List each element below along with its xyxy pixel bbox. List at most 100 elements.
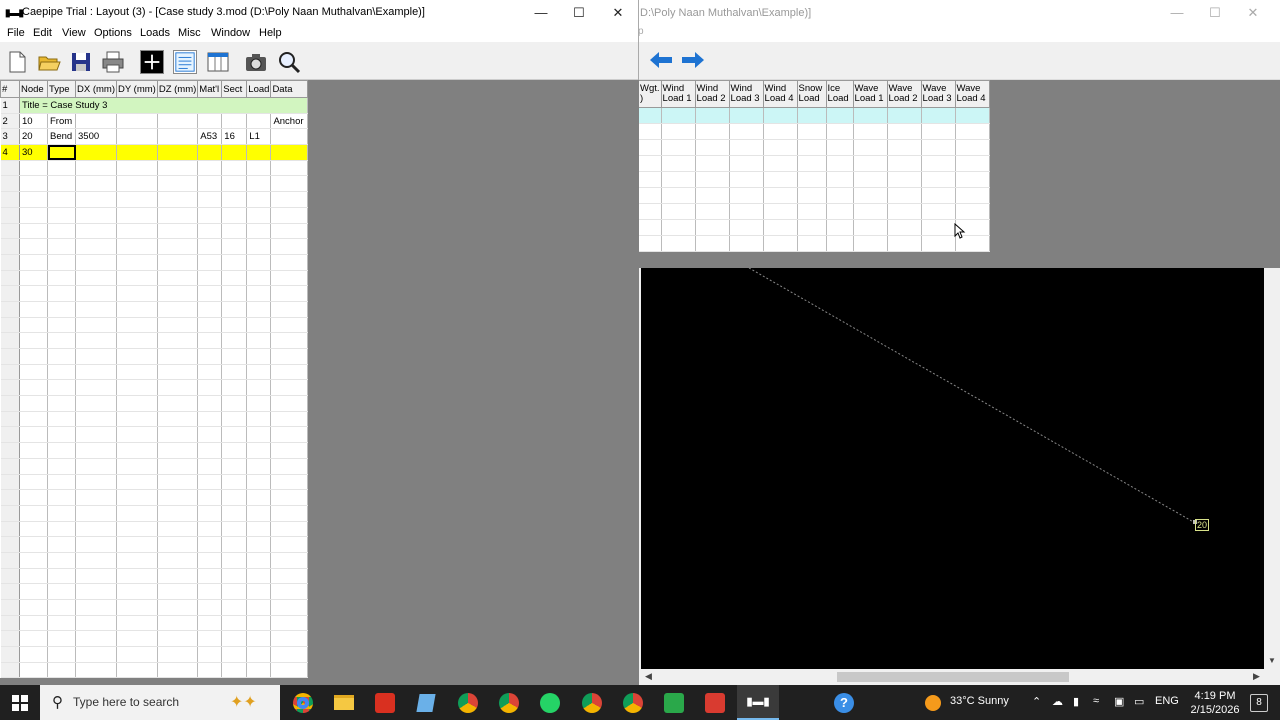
column-header[interactable]: Ice Load [825, 80, 854, 108]
grid-cell[interactable] [246, 223, 272, 240]
grid-cell[interactable] [246, 442, 272, 459]
grid-cell[interactable] [270, 662, 309, 679]
table-row[interactable] [638, 187, 990, 204]
row-number[interactable] [0, 332, 20, 349]
camtasia-icon[interactable] [661, 685, 687, 720]
grid-cell[interactable] [221, 191, 248, 208]
table-row[interactable] [0, 301, 309, 318]
grid-cell[interactable] [197, 474, 223, 491]
grid-cell[interactable] [797, 107, 827, 124]
table-row[interactable] [0, 254, 309, 271]
grid-cell[interactable] [116, 411, 158, 428]
grid-cell[interactable] [116, 207, 158, 224]
cell-matl[interactable]: A53 [197, 128, 223, 146]
grid-cell[interactable] [221, 395, 248, 412]
grid-cell[interactable] [116, 646, 158, 663]
grid-cell[interactable] [47, 223, 76, 240]
table-row[interactable] [0, 270, 309, 287]
grid-cell[interactable] [246, 285, 272, 302]
table-row[interactable] [0, 160, 309, 177]
grid-cell[interactable] [197, 332, 223, 349]
maximize-button[interactable]: ☐ [567, 4, 591, 22]
acrobat-icon[interactable] [372, 685, 398, 720]
grid-cell[interactable] [221, 521, 248, 538]
grid-cell[interactable] [270, 505, 309, 522]
grid-cell[interactable] [270, 332, 309, 349]
grid-cell[interactable] [853, 187, 888, 204]
grid-cell[interactable] [887, 155, 922, 172]
grid-cell[interactable] [197, 646, 223, 663]
table-row[interactable] [638, 123, 990, 140]
grid-cell[interactable] [116, 458, 158, 475]
grid-cell[interactable] [75, 379, 117, 397]
grid-cell[interactable] [75, 568, 117, 585]
grid-cell[interactable] [270, 348, 309, 365]
grid-cell[interactable] [729, 219, 764, 236]
grid-cell[interactable] [116, 630, 158, 648]
table-row[interactable] [638, 219, 990, 236]
grid-cell[interactable] [19, 285, 48, 302]
column-header[interactable]: DX (mm) [75, 80, 117, 98]
grid-cell[interactable] [75, 552, 117, 569]
grid-cell[interactable] [246, 411, 272, 428]
grid-cell[interactable] [75, 348, 117, 365]
grid-cell[interactable] [157, 458, 199, 475]
grid-cell[interactable] [661, 155, 696, 172]
row-number[interactable] [0, 568, 20, 585]
grid-cell[interactable] [221, 348, 248, 365]
menu-edit[interactable]: Edit [33, 27, 52, 39]
column-header[interactable]: Wave Load 1 [852, 80, 888, 108]
grid-cell[interactable] [270, 364, 309, 381]
chrome-taskbar-icon[interactable] [290, 685, 316, 720]
grid-cell[interactable] [221, 458, 248, 475]
grid-cell[interactable] [19, 646, 48, 663]
grid-cell[interactable] [270, 583, 309, 600]
grid-cell[interactable] [47, 552, 76, 569]
grid-cell[interactable] [221, 285, 248, 302]
grid-cell[interactable] [197, 317, 223, 334]
grid-cell[interactable] [826, 203, 854, 220]
grid-cell[interactable] [246, 662, 272, 679]
grid-cell[interactable] [763, 123, 798, 140]
grid-cell[interactable] [246, 630, 272, 648]
grid-cell[interactable] [763, 107, 798, 124]
cell-dx[interactable] [75, 113, 117, 130]
row-number[interactable] [0, 191, 20, 208]
cell-dy[interactable] [116, 128, 158, 146]
grid-cell[interactable] [197, 458, 223, 475]
grid-cell[interactable] [75, 489, 117, 506]
new-file-icon[interactable] [5, 50, 29, 74]
grid-cell[interactable] [826, 139, 854, 156]
grid-cell[interactable] [197, 536, 223, 553]
taskbar-search-box[interactable]: ⚲ Type here to search ✦✦ [40, 685, 280, 720]
help-icon[interactable]: ? [831, 685, 857, 720]
grid-cell[interactable] [19, 615, 48, 632]
grid-cell[interactable] [955, 139, 990, 156]
grid-cell[interactable] [695, 155, 730, 172]
grid-cell[interactable] [246, 426, 272, 444]
chrome-profile-2-icon[interactable] [496, 685, 522, 720]
grid-cell[interactable] [157, 364, 199, 381]
table-row[interactable] [0, 364, 309, 381]
grid-cell[interactable] [270, 301, 309, 318]
grid-cell[interactable] [246, 568, 272, 585]
table-row[interactable] [638, 155, 990, 172]
grid-cell[interactable] [661, 187, 696, 204]
cell-type[interactable]: Bend [47, 128, 76, 146]
grid-cell[interactable] [197, 379, 223, 397]
grid-cell[interactable] [638, 123, 662, 140]
table-row[interactable]: 3 20 Bend 3500 A53 16 L1 [0, 128, 309, 146]
cell-node[interactable]: 20 [19, 128, 48, 146]
save-icon[interactable] [69, 50, 93, 74]
grid-cell[interactable] [638, 187, 662, 204]
grid-cell[interactable] [197, 285, 223, 302]
table-row[interactable] [0, 285, 309, 302]
minimize-button-right[interactable]: — [1166, 4, 1188, 22]
grid-cell[interactable] [47, 301, 76, 318]
row-number[interactable] [0, 646, 20, 663]
grid-cell[interactable] [246, 317, 272, 334]
grid-cell[interactable] [246, 458, 272, 475]
grid-cell[interactable] [75, 395, 117, 412]
grid-cell[interactable] [246, 646, 272, 663]
grid-cell[interactable] [116, 615, 158, 632]
